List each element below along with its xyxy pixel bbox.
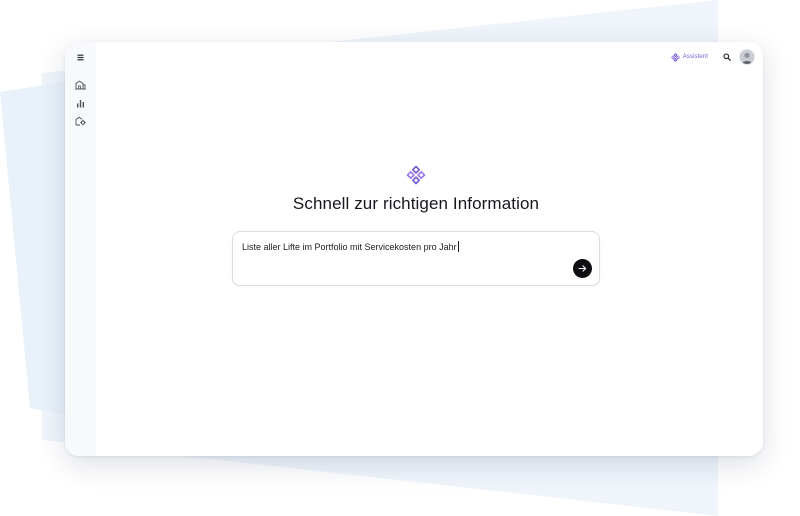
hero-logo-icon: [406, 165, 426, 185]
building-settings-icon: [75, 116, 86, 126]
screenshot-stage: Assistent Schnell zur richtigen Informat…: [0, 0, 800, 516]
search-button[interactable]: [722, 52, 732, 62]
hamburger-menu-icon: [77, 54, 83, 60]
sidebar-item-buildings[interactable]: [73, 78, 87, 92]
avatar[interactable]: [739, 49, 755, 65]
assistant-link[interactable]: Assistent: [670, 52, 708, 62]
assistant-label: Assistent: [682, 54, 708, 60]
prompt-value: Liste aller Lifte im Portfolio mit Servi…: [242, 242, 457, 252]
assistant-logo-icon: [670, 52, 680, 62]
sidebar-item-analytics[interactable]: [73, 96, 87, 110]
menu-button[interactable]: [73, 50, 87, 64]
app-window: Assistent Schnell zur richtigen Informat…: [65, 42, 763, 456]
text-caret: [457, 241, 459, 252]
send-button[interactable]: [573, 259, 592, 278]
prompt-text[interactable]: Liste aller Lifte im Portfolio mit Servi…: [242, 241, 459, 252]
page-title: Schnell zur richtigen Information: [292, 194, 540, 213]
topbar-actions: Assistent: [670, 49, 755, 65]
bar-chart-icon: [76, 99, 84, 107]
buildings-icon: [74, 80, 86, 90]
user-avatar-icon: [740, 50, 754, 64]
search-icon: [723, 53, 731, 61]
prompt-input[interactable]: Liste aller Lifte im Portfolio mit Servi…: [232, 231, 600, 286]
arrow-right-icon: [578, 265, 587, 272]
sidebar: [65, 42, 96, 456]
sidebar-item-building-settings[interactable]: [73, 114, 87, 128]
